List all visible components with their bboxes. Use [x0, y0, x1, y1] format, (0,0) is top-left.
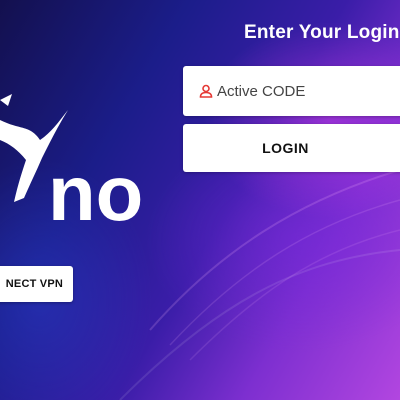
- app-logo: no: [0, 80, 170, 250]
- logo-text: no: [48, 149, 143, 237]
- login-title: Enter Your Login I: [244, 22, 400, 43]
- active-code-placeholder: Active CODE: [217, 82, 306, 100]
- user-icon: [199, 84, 213, 98]
- active-code-input[interactable]: Active CODE: [183, 66, 400, 116]
- login-button[interactable]: LOGIN: [183, 124, 400, 172]
- connect-vpn-button[interactable]: NECT VPN: [0, 266, 73, 302]
